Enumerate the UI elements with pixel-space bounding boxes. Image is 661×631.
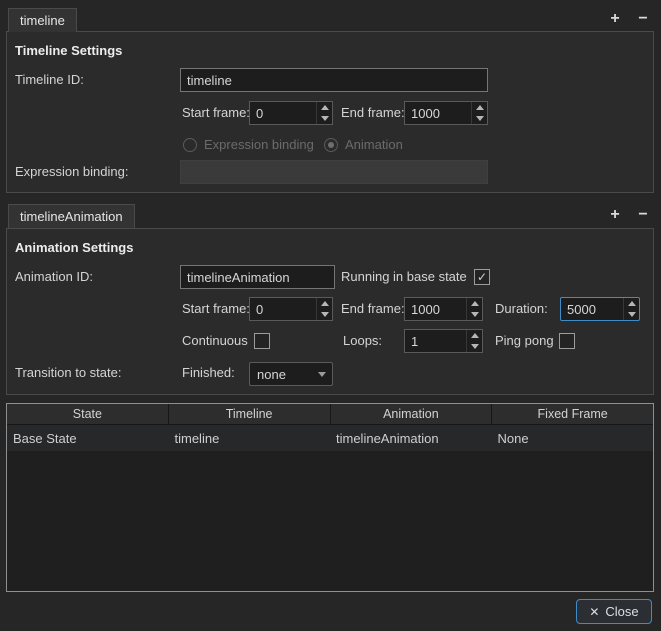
- spin-down-icon[interactable]: [472, 113, 487, 124]
- timeline-settings-dialog: timeline + − Timeline Settings Timeline …: [0, 0, 661, 631]
- ping-pong-label: Ping pong: [495, 333, 554, 348]
- animation-settings-heading: Animation Settings: [15, 240, 134, 255]
- continuous-label: Continuous: [182, 333, 248, 348]
- transition-to-state-label: Transition to state:: [15, 365, 122, 380]
- continuous-checkbox[interactable]: [254, 333, 270, 349]
- finished-dropdown-value: none: [257, 366, 286, 382]
- animation-id-label: Animation ID:: [15, 269, 94, 284]
- expression-binding-radio-label: Expression binding: [204, 137, 314, 152]
- duration-spinbox[interactable]: [560, 297, 640, 321]
- duration-label: Duration:: [495, 301, 548, 316]
- start-frame-input[interactable]: [250, 102, 316, 124]
- start-frame-input[interactable]: [250, 298, 316, 320]
- expression-binding-input: [180, 160, 488, 184]
- finished-label: Finished:: [182, 365, 235, 380]
- spin-buttons: [471, 102, 487, 124]
- animation-settings-pane: Animation Settings Animation ID: Running…: [6, 228, 654, 395]
- close-button[interactable]: ✕ Close: [576, 599, 652, 624]
- remove-animation-button[interactable]: −: [632, 204, 654, 226]
- check-icon: ✓: [476, 270, 488, 284]
- column-header-timeline[interactable]: Timeline: [169, 404, 331, 424]
- end-frame-label: End frame:: [341, 301, 405, 316]
- tab-timeline-animation[interactable]: timelineAnimation: [8, 204, 135, 228]
- start-frame-label: Start frame:: [182, 301, 250, 316]
- spin-down-icon[interactable]: [467, 341, 482, 352]
- timeline-settings-heading: Timeline Settings: [15, 43, 123, 58]
- spin-buttons: [466, 330, 482, 352]
- spin-buttons: [316, 102, 332, 124]
- column-header-animation[interactable]: Animation: [331, 404, 493, 424]
- finished-dropdown[interactable]: none: [249, 362, 333, 386]
- spin-down-icon[interactable]: [317, 309, 332, 320]
- expression-binding-radio[interactable]: [183, 138, 197, 152]
- tab-timeline[interactable]: timeline: [8, 8, 77, 32]
- spin-buttons: [316, 298, 332, 320]
- spin-down-icon[interactable]: [467, 309, 482, 320]
- cell-animation: timelineAnimation: [336, 430, 439, 446]
- table-row[interactable]: Base State timeline timelineAnimation No…: [7, 425, 653, 451]
- timeline-id-label: Timeline ID:: [15, 72, 84, 87]
- end-frame-input[interactable]: [405, 298, 466, 320]
- end-frame-spinbox[interactable]: [404, 101, 488, 125]
- close-icon: ✕: [589, 604, 600, 619]
- animation-radio[interactable]: [324, 138, 338, 152]
- end-frame-label: End frame:: [341, 105, 405, 120]
- end-frame-input[interactable]: [405, 102, 471, 124]
- animation-id-input[interactable]: [180, 265, 335, 289]
- timeline-settings-pane: Timeline Settings Timeline ID: Start fra…: [6, 31, 654, 193]
- end-frame-spinbox[interactable]: [404, 297, 483, 321]
- spin-down-icon[interactable]: [317, 113, 332, 124]
- spin-up-icon[interactable]: [624, 298, 639, 309]
- add-animation-button[interactable]: +: [604, 204, 626, 226]
- spin-up-icon[interactable]: [472, 102, 487, 113]
- loops-label: Loops:: [343, 333, 383, 348]
- running-in-base-state-checkbox[interactable]: ✓: [474, 269, 490, 285]
- loops-spinbox[interactable]: [404, 329, 483, 353]
- start-frame-label: Start frame:: [182, 105, 250, 120]
- states-table: State Timeline Animation Fixed Frame Bas…: [6, 403, 654, 592]
- cell-fixed-frame: None: [497, 430, 529, 446]
- cell-timeline: timeline: [174, 430, 220, 446]
- timeline-id-input[interactable]: [180, 68, 488, 92]
- close-button-label: Close: [605, 604, 639, 619]
- animation-radio-label: Animation: [345, 137, 403, 152]
- table-header: State Timeline Animation Fixed Frame: [7, 404, 653, 425]
- start-frame-spinbox[interactable]: [249, 297, 333, 321]
- spin-up-icon[interactable]: [317, 102, 332, 113]
- loops-input[interactable]: [405, 330, 466, 352]
- ping-pong-checkbox[interactable]: [559, 333, 575, 349]
- expression-binding-label: Expression binding:: [15, 164, 129, 179]
- spin-up-icon[interactable]: [317, 298, 332, 309]
- duration-input[interactable]: [561, 298, 623, 320]
- spin-buttons: [466, 298, 482, 320]
- spin-up-icon[interactable]: [467, 330, 482, 341]
- chevron-down-icon: [318, 371, 326, 377]
- start-frame-spinbox[interactable]: [249, 101, 333, 125]
- column-header-state[interactable]: State: [7, 404, 169, 424]
- spin-up-icon[interactable]: [467, 298, 482, 309]
- cell-state: Base State: [13, 430, 77, 446]
- add-timeline-button[interactable]: +: [604, 8, 626, 30]
- remove-timeline-button[interactable]: −: [632, 8, 654, 30]
- running-in-base-state-label: Running in base state: [341, 269, 467, 284]
- column-header-fixed-frame[interactable]: Fixed Frame: [492, 404, 653, 424]
- spin-buttons: [623, 298, 639, 320]
- spin-down-icon[interactable]: [624, 309, 639, 320]
